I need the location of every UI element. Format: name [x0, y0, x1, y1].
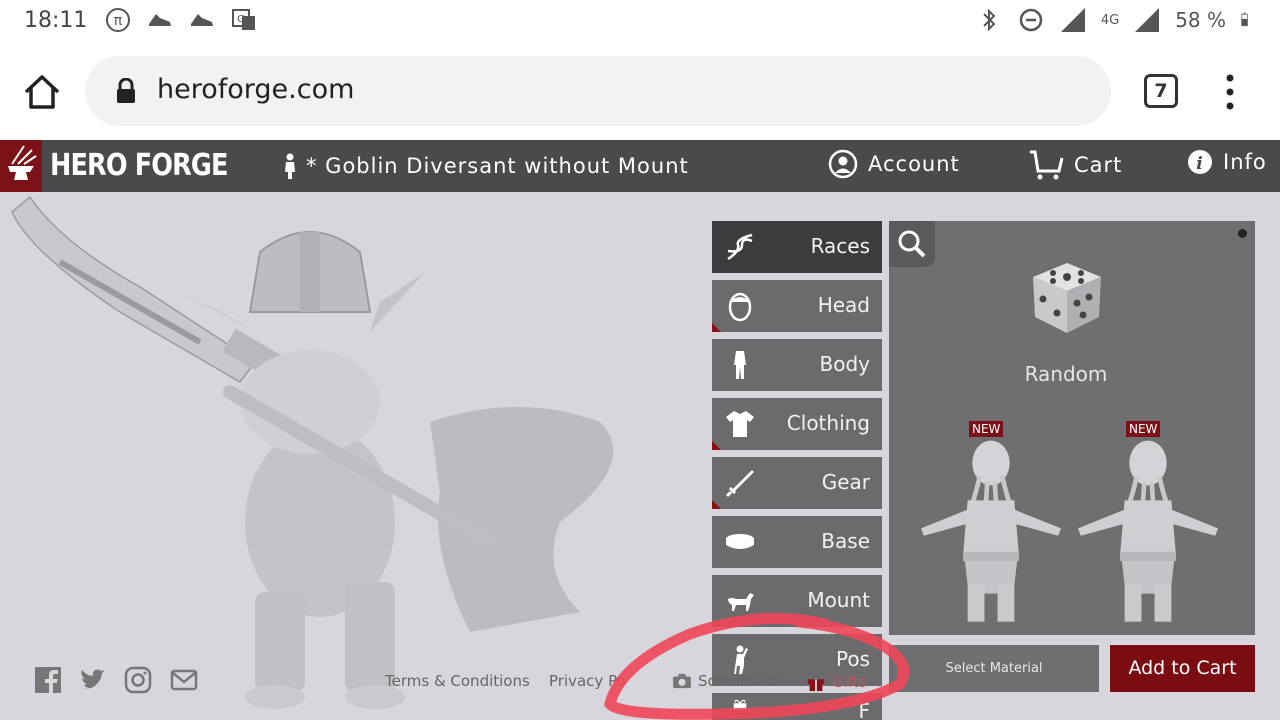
- base-icon: [726, 534, 754, 549]
- pi-icon: π: [106, 8, 130, 32]
- body-icon: [734, 351, 746, 379]
- info-link[interactable]: i Info: [1187, 149, 1267, 175]
- tab-clothing-label: Clothing: [786, 411, 870, 435]
- race-option[interactable]: NEW: [1068, 421, 1228, 631]
- search-icon: [898, 230, 926, 258]
- address-bar[interactable]: heroforge.com: [85, 56, 1111, 126]
- dnd-icon: [1019, 8, 1043, 32]
- cart-label: Cart: [1074, 153, 1123, 177]
- browser-toolbar: heroforge.com 7: [0, 44, 1280, 140]
- miniature-3d-viewport[interactable]: [0, 192, 700, 720]
- instagram-icon[interactable]: [124, 666, 152, 694]
- twitter-icon[interactable]: [79, 666, 107, 694]
- tab-races[interactable]: Races: [712, 221, 882, 273]
- site-header: HERO FORGE * Goblin Diversant without Mo…: [0, 140, 1280, 198]
- tab-gear[interactable]: Gear: [712, 457, 882, 509]
- shoe-icon: [191, 14, 213, 26]
- project-title[interactable]: * Goblin Diversant without Mount: [280, 152, 689, 180]
- status-time: 18:11: [24, 8, 88, 33]
- screenshot-label: Screenshot: [698, 672, 782, 690]
- select-material-button[interactable]: Select Material: [889, 645, 1099, 692]
- cart-icon: [1030, 150, 1064, 180]
- figure-icon: [285, 153, 295, 179]
- account-link[interactable]: Account: [828, 149, 960, 179]
- gift-icon: [807, 679, 825, 692]
- home-icon[interactable]: [22, 72, 62, 112]
- bluetooth-icon: [983, 8, 996, 32]
- race-thumbnail: [1078, 440, 1218, 622]
- logo-text[interactable]: HERO FORGE: [50, 148, 228, 183]
- race-selection-panel: Random NEW NEW: [889, 221, 1255, 635]
- race-option[interactable]: NEW: [911, 421, 1071, 631]
- tab-gear-label: Gear: [821, 470, 870, 494]
- shoe-icon: [149, 14, 171, 26]
- account-label: Account: [868, 152, 960, 176]
- tab-corner-marker: [712, 323, 721, 332]
- gift-icon: [733, 699, 747, 710]
- panel-indicator-dot: [1238, 229, 1247, 238]
- facebook-icon[interactable]: [34, 666, 62, 694]
- shirt-icon: [726, 411, 754, 437]
- tab-mount-label: Mount: [807, 588, 870, 612]
- dna-icon: [727, 233, 753, 261]
- tab-base[interactable]: Base: [712, 516, 882, 568]
- status-notification-icons: π G: [104, 6, 258, 34]
- horse-icon: [728, 593, 754, 611]
- tab-body[interactable]: Body: [712, 339, 882, 391]
- editor-area: Races Head Body Clothing Gear Base Mount: [0, 192, 1280, 720]
- tab-more[interactable]: F: [712, 693, 882, 720]
- info-icon: i: [1188, 150, 1212, 174]
- battery-icon: [1241, 12, 1248, 27]
- dice-icon: [1033, 263, 1101, 333]
- tab-races-label: Races: [810, 234, 870, 258]
- terms-link[interactable]: Terms & Conditions: [385, 672, 530, 690]
- camera-icon: [673, 673, 691, 689]
- lock-icon: [117, 78, 135, 103]
- tab-body-label: Body: [819, 352, 871, 376]
- account-icon: [828, 149, 858, 179]
- cart-link[interactable]: Cart: [1028, 149, 1122, 181]
- more-menu-icon[interactable]: [1222, 72, 1238, 112]
- tab-pose-label: Pos: [835, 647, 870, 671]
- tab-head-label: Head: [817, 293, 870, 317]
- tab-clothing[interactable]: Clothing: [712, 398, 882, 450]
- status-system-icons: 4G 58 %: [975, 6, 1256, 34]
- url-text[interactable]: heroforge.com: [157, 74, 354, 105]
- translate-icon: G: [232, 9, 255, 30]
- project-title-text: * Goblin Diversant without Mount: [306, 154, 689, 178]
- svg-text:π: π: [114, 13, 123, 29]
- screenshot-button[interactable]: Screenshot: [672, 672, 782, 690]
- tab-corner-marker: [712, 500, 721, 509]
- tab-switcher-button[interactable]: 7: [1144, 74, 1178, 108]
- head-icon: [728, 292, 752, 322]
- tab-base-label: Base: [821, 529, 870, 553]
- svg-text:i: i: [1196, 154, 1203, 174]
- add-to-cart-button[interactable]: Add to Cart: [1110, 645, 1255, 692]
- anvil-logo-icon: [8, 145, 37, 180]
- gifts-link[interactable]: Gifts: [806, 672, 867, 692]
- tab-head[interactable]: Head: [712, 280, 882, 332]
- battery-percent: 58 %: [1175, 8, 1226, 32]
- privacy-link[interactable]: Privacy Po: [549, 672, 626, 690]
- signal-icon: [1135, 8, 1160, 32]
- random-label: Random: [1024, 362, 1108, 386]
- signal-icon: [1060, 8, 1085, 32]
- status-bar: 18:11 π G 4G 58 %: [0, 0, 1280, 44]
- tab-corner-marker: [712, 441, 721, 450]
- info-label: Info: [1223, 150, 1267, 174]
- network-type: 4G: [1100, 12, 1120, 28]
- tab-mount[interactable]: Mount: [712, 575, 882, 627]
- logo-badge[interactable]: [0, 140, 42, 198]
- race-thumbnail: [921, 440, 1061, 622]
- gifts-label: Gifts: [832, 673, 867, 691]
- race-search-button[interactable]: [889, 221, 935, 267]
- email-icon[interactable]: [170, 666, 198, 694]
- tab-more-label: F: [858, 699, 870, 720]
- sword-icon: [725, 470, 754, 498]
